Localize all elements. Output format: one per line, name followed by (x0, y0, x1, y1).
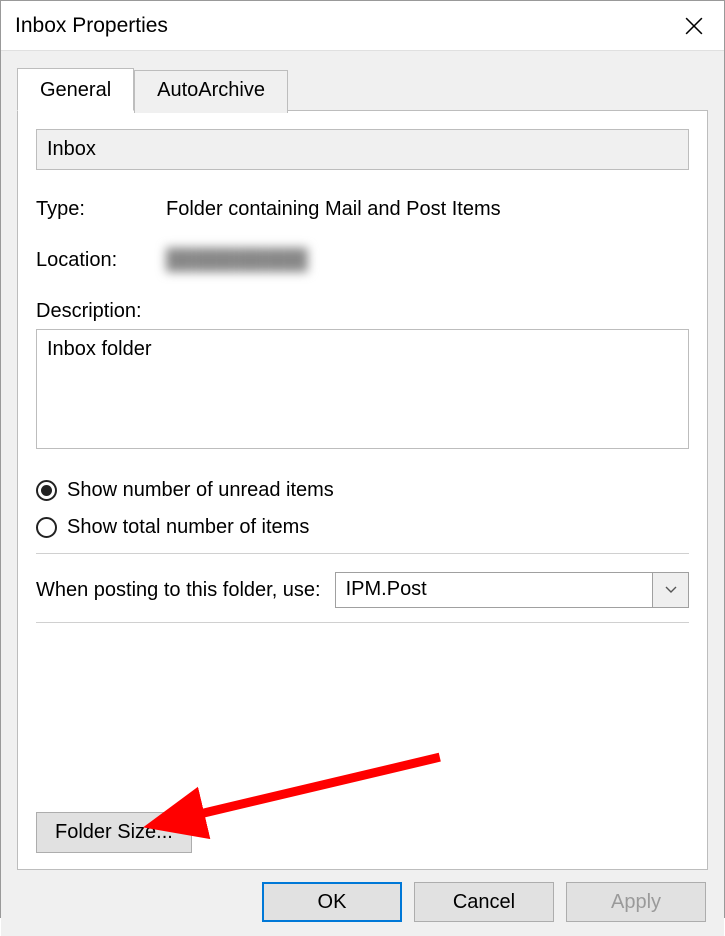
posting-value: IPM.Post (336, 573, 652, 607)
location-value: ██████████ (166, 249, 308, 272)
cancel-button[interactable]: Cancel (414, 882, 554, 922)
radio-show-unread[interactable]: Show number of unread items (36, 479, 689, 502)
posting-select[interactable]: IPM.Post (335, 572, 689, 608)
dropdown-button[interactable] (652, 573, 688, 607)
close-icon (685, 17, 703, 35)
window-title: Inbox Properties (15, 14, 168, 38)
tab-general[interactable]: General (17, 68, 134, 111)
divider (36, 622, 689, 623)
location-label: Location: (36, 249, 166, 272)
tab-autoarchive[interactable]: AutoArchive (134, 70, 288, 113)
folder-size-button[interactable]: Folder Size... (36, 812, 192, 853)
dialog-button-bar: OK Cancel Apply (1, 870, 724, 936)
close-button[interactable] (664, 1, 724, 51)
type-value: Folder containing Mail and Post Items (166, 198, 501, 221)
folder-name-box: Inbox (36, 129, 689, 170)
radio-label: Show number of unread items (67, 479, 334, 502)
tab-strip: General AutoArchive (17, 67, 708, 110)
posting-label: When posting to this folder, use: (36, 579, 321, 602)
description-input[interactable]: Inbox folder (36, 329, 689, 449)
ok-button[interactable]: OK (262, 882, 402, 922)
divider (36, 553, 689, 554)
titlebar: Inbox Properties (1, 1, 724, 51)
general-panel: Inbox Type: Folder containing Mail and P… (17, 110, 708, 870)
apply-button: Apply (566, 882, 706, 922)
properties-dialog: Inbox Properties General AutoArchive Inb… (0, 0, 725, 918)
type-label: Type: (36, 198, 166, 221)
radio-icon (36, 480, 57, 501)
radio-icon (36, 517, 57, 538)
chevron-down-icon (665, 586, 677, 594)
description-label: Description: (36, 300, 689, 323)
radio-label: Show total number of items (67, 516, 309, 539)
radio-show-total[interactable]: Show total number of items (36, 516, 689, 539)
